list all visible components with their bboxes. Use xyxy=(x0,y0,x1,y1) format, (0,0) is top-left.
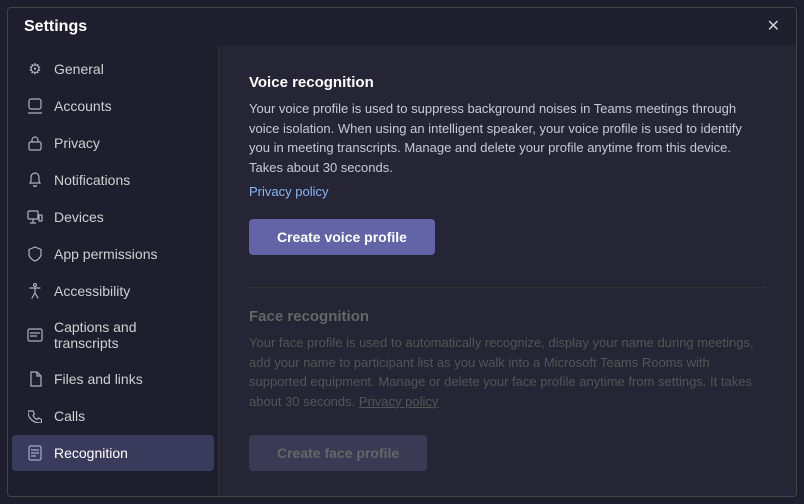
sidebar-item-captions[interactable]: Captions and transcripts xyxy=(12,310,214,360)
voice-privacy-link[interactable]: Privacy policy xyxy=(249,184,328,199)
sidebar: ⚙ General Accounts Privacy xyxy=(8,46,218,496)
gear-icon: ⚙ xyxy=(26,60,44,78)
main-content: Voice recognition Your voice profile is … xyxy=(218,46,796,496)
sidebar-item-label: Captions and transcripts xyxy=(54,319,200,351)
accessibility-icon xyxy=(26,282,44,300)
recognition-icon xyxy=(26,444,44,462)
sidebar-item-label: Calls xyxy=(54,408,85,424)
sidebar-item-files[interactable]: Files and links xyxy=(12,361,214,397)
voice-recognition-section: Voice recognition Your voice profile is … xyxy=(249,74,766,283)
devices-icon xyxy=(26,208,44,226)
captions-icon xyxy=(26,326,44,344)
sidebar-item-label: Recognition xyxy=(54,445,128,461)
phone-icon xyxy=(26,407,44,425)
sidebar-item-notifications[interactable]: Notifications xyxy=(12,162,214,198)
window-title: Settings xyxy=(24,18,87,36)
sidebar-item-app-permissions[interactable]: App permissions xyxy=(12,236,214,272)
face-recognition-desc: Your face profile is used to automatical… xyxy=(249,333,766,411)
sidebar-item-devices[interactable]: Devices xyxy=(12,199,214,235)
content-area: ⚙ General Accounts Privacy xyxy=(8,46,796,496)
section-divider xyxy=(249,287,766,288)
sidebar-item-calls[interactable]: Calls xyxy=(12,398,214,434)
sidebar-item-label: App permissions xyxy=(54,246,158,262)
sidebar-item-accounts[interactable]: Accounts xyxy=(12,88,214,124)
sidebar-item-label: Devices xyxy=(54,209,104,225)
settings-window: Settings ✕ ⚙ General Accounts Pri xyxy=(7,7,797,497)
title-bar: Settings ✕ xyxy=(8,8,796,46)
sidebar-item-label: Accessibility xyxy=(54,283,130,299)
sidebar-item-label: Files and links xyxy=(54,371,143,387)
voice-recognition-title: Voice recognition xyxy=(249,74,766,91)
sidebar-item-general[interactable]: ⚙ General xyxy=(12,51,214,87)
sidebar-item-accessibility[interactable]: Accessibility xyxy=(12,273,214,309)
face-recognition-title: Face recognition xyxy=(249,308,766,325)
sidebar-item-label: Privacy xyxy=(54,135,100,151)
create-face-profile-button: Create face profile xyxy=(249,435,427,471)
face-privacy-link: Privacy policy xyxy=(359,394,438,409)
sidebar-item-label: Accounts xyxy=(54,98,112,114)
face-recognition-section: Face recognition Your face profile is us… xyxy=(249,308,766,496)
sidebar-item-privacy[interactable]: Privacy xyxy=(12,125,214,161)
voice-recognition-desc: Your voice profile is used to suppress b… xyxy=(249,99,766,177)
sidebar-item-label: Notifications xyxy=(54,172,130,188)
file-icon xyxy=(26,370,44,388)
bell-icon xyxy=(26,171,44,189)
sidebar-item-label: General xyxy=(54,61,104,77)
shield-icon xyxy=(26,245,44,263)
create-voice-profile-button[interactable]: Create voice profile xyxy=(249,219,435,255)
person-icon xyxy=(26,97,44,115)
sidebar-item-recognition[interactable]: Recognition xyxy=(12,435,214,471)
close-button[interactable]: ✕ xyxy=(767,19,780,35)
lock-icon xyxy=(26,134,44,152)
